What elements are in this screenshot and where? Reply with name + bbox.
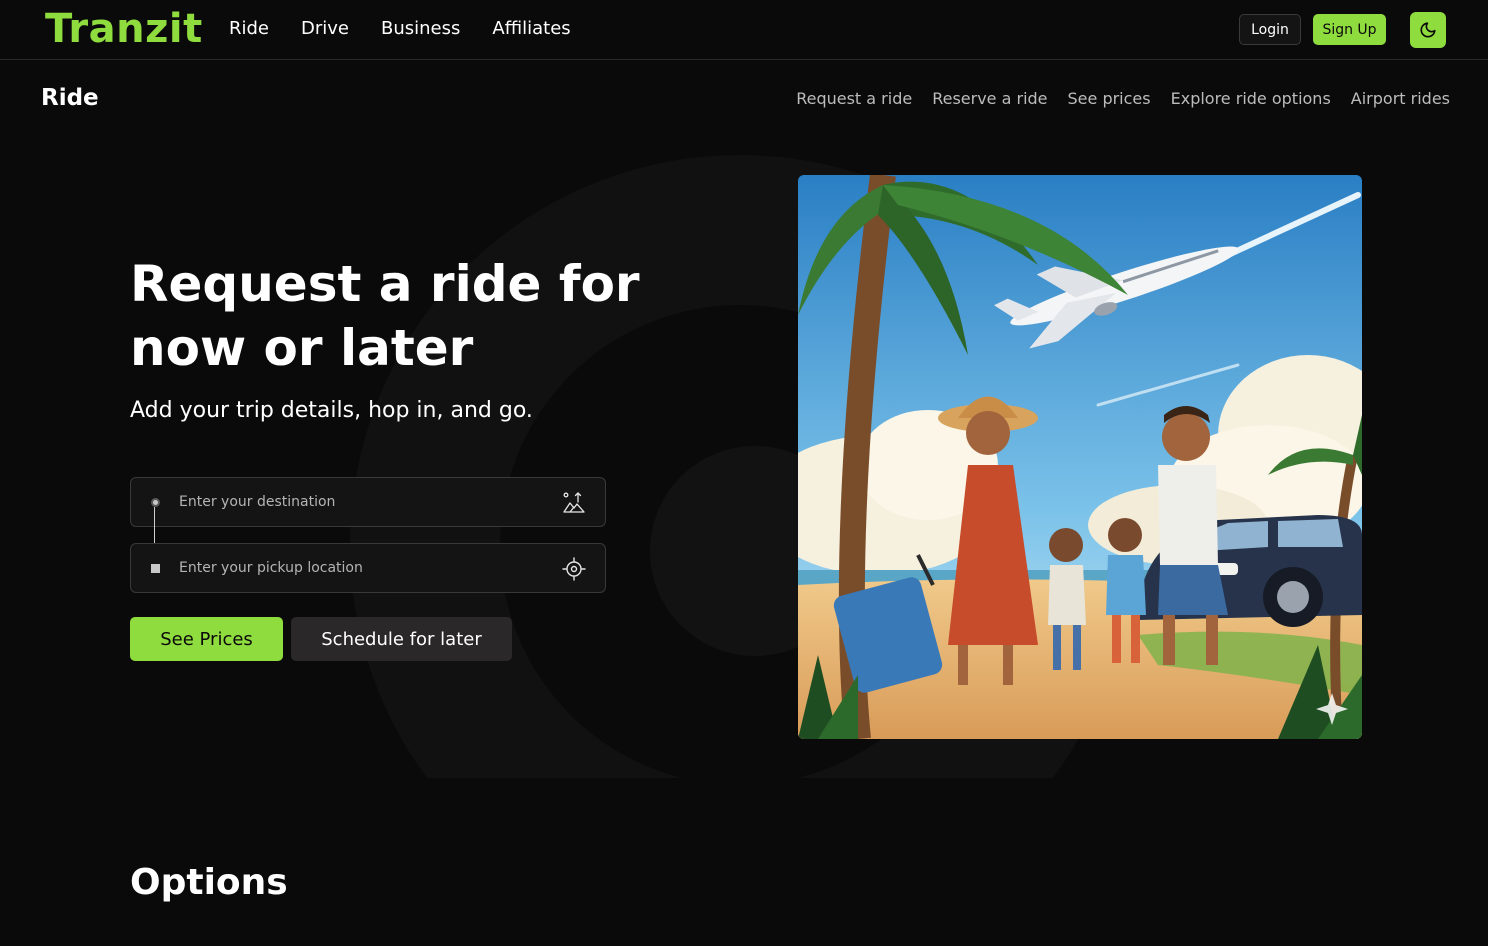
start-dot-icon — [151, 498, 160, 507]
nav-item-ride[interactable]: Ride — [229, 18, 269, 39]
subnav-request-ride[interactable]: Request a ride — [796, 89, 912, 108]
schedule-later-button[interactable]: Schedule for later — [291, 617, 512, 661]
pickup-field — [130, 543, 606, 593]
family-airport-illustration — [798, 175, 1362, 739]
login-button[interactable]: Login — [1239, 14, 1301, 45]
signup-button[interactable]: Sign Up — [1313, 14, 1386, 45]
destination-field — [130, 477, 606, 527]
locate-crosshair-icon[interactable] — [561, 556, 587, 582]
sub-nav: Request a ride Reserve a ride See prices… — [796, 89, 1450, 108]
pickup-input[interactable] — [179, 556, 549, 580]
subnav-see-prices[interactable]: See prices — [1068, 89, 1151, 108]
main-nav: Ride Drive Business Affiliates — [229, 18, 571, 39]
see-prices-button[interactable]: See Prices — [130, 617, 283, 661]
section-title: Ride — [41, 85, 99, 111]
brand-logo[interactable]: Tranzit — [45, 6, 203, 52]
nav-item-business[interactable]: Business — [381, 18, 460, 39]
subnav-airport-rides[interactable]: Airport rides — [1351, 89, 1450, 108]
end-square-icon — [151, 564, 160, 573]
hero-illustration — [798, 175, 1362, 739]
options-heading: Options — [130, 862, 288, 903]
destination-input[interactable] — [179, 490, 549, 514]
nav-item-drive[interactable]: Drive — [301, 18, 349, 39]
hero-subtitle: Add your trip details, hop in, and go. — [130, 398, 533, 423]
map-pin-icon[interactable] — [561, 490, 587, 516]
hero-title: Request a ride for now or later — [130, 255, 640, 377]
subnav-explore-options[interactable]: Explore ride options — [1171, 89, 1331, 108]
nav-item-affiliates[interactable]: Affiliates — [492, 18, 570, 39]
theme-toggle-button[interactable] — [1410, 12, 1446, 48]
moon-icon — [1420, 22, 1436, 38]
top-navbar: Tranzit Ride Drive Business Affiliates L… — [0, 0, 1488, 60]
subnav-reserve-ride[interactable]: Reserve a ride — [932, 89, 1047, 108]
